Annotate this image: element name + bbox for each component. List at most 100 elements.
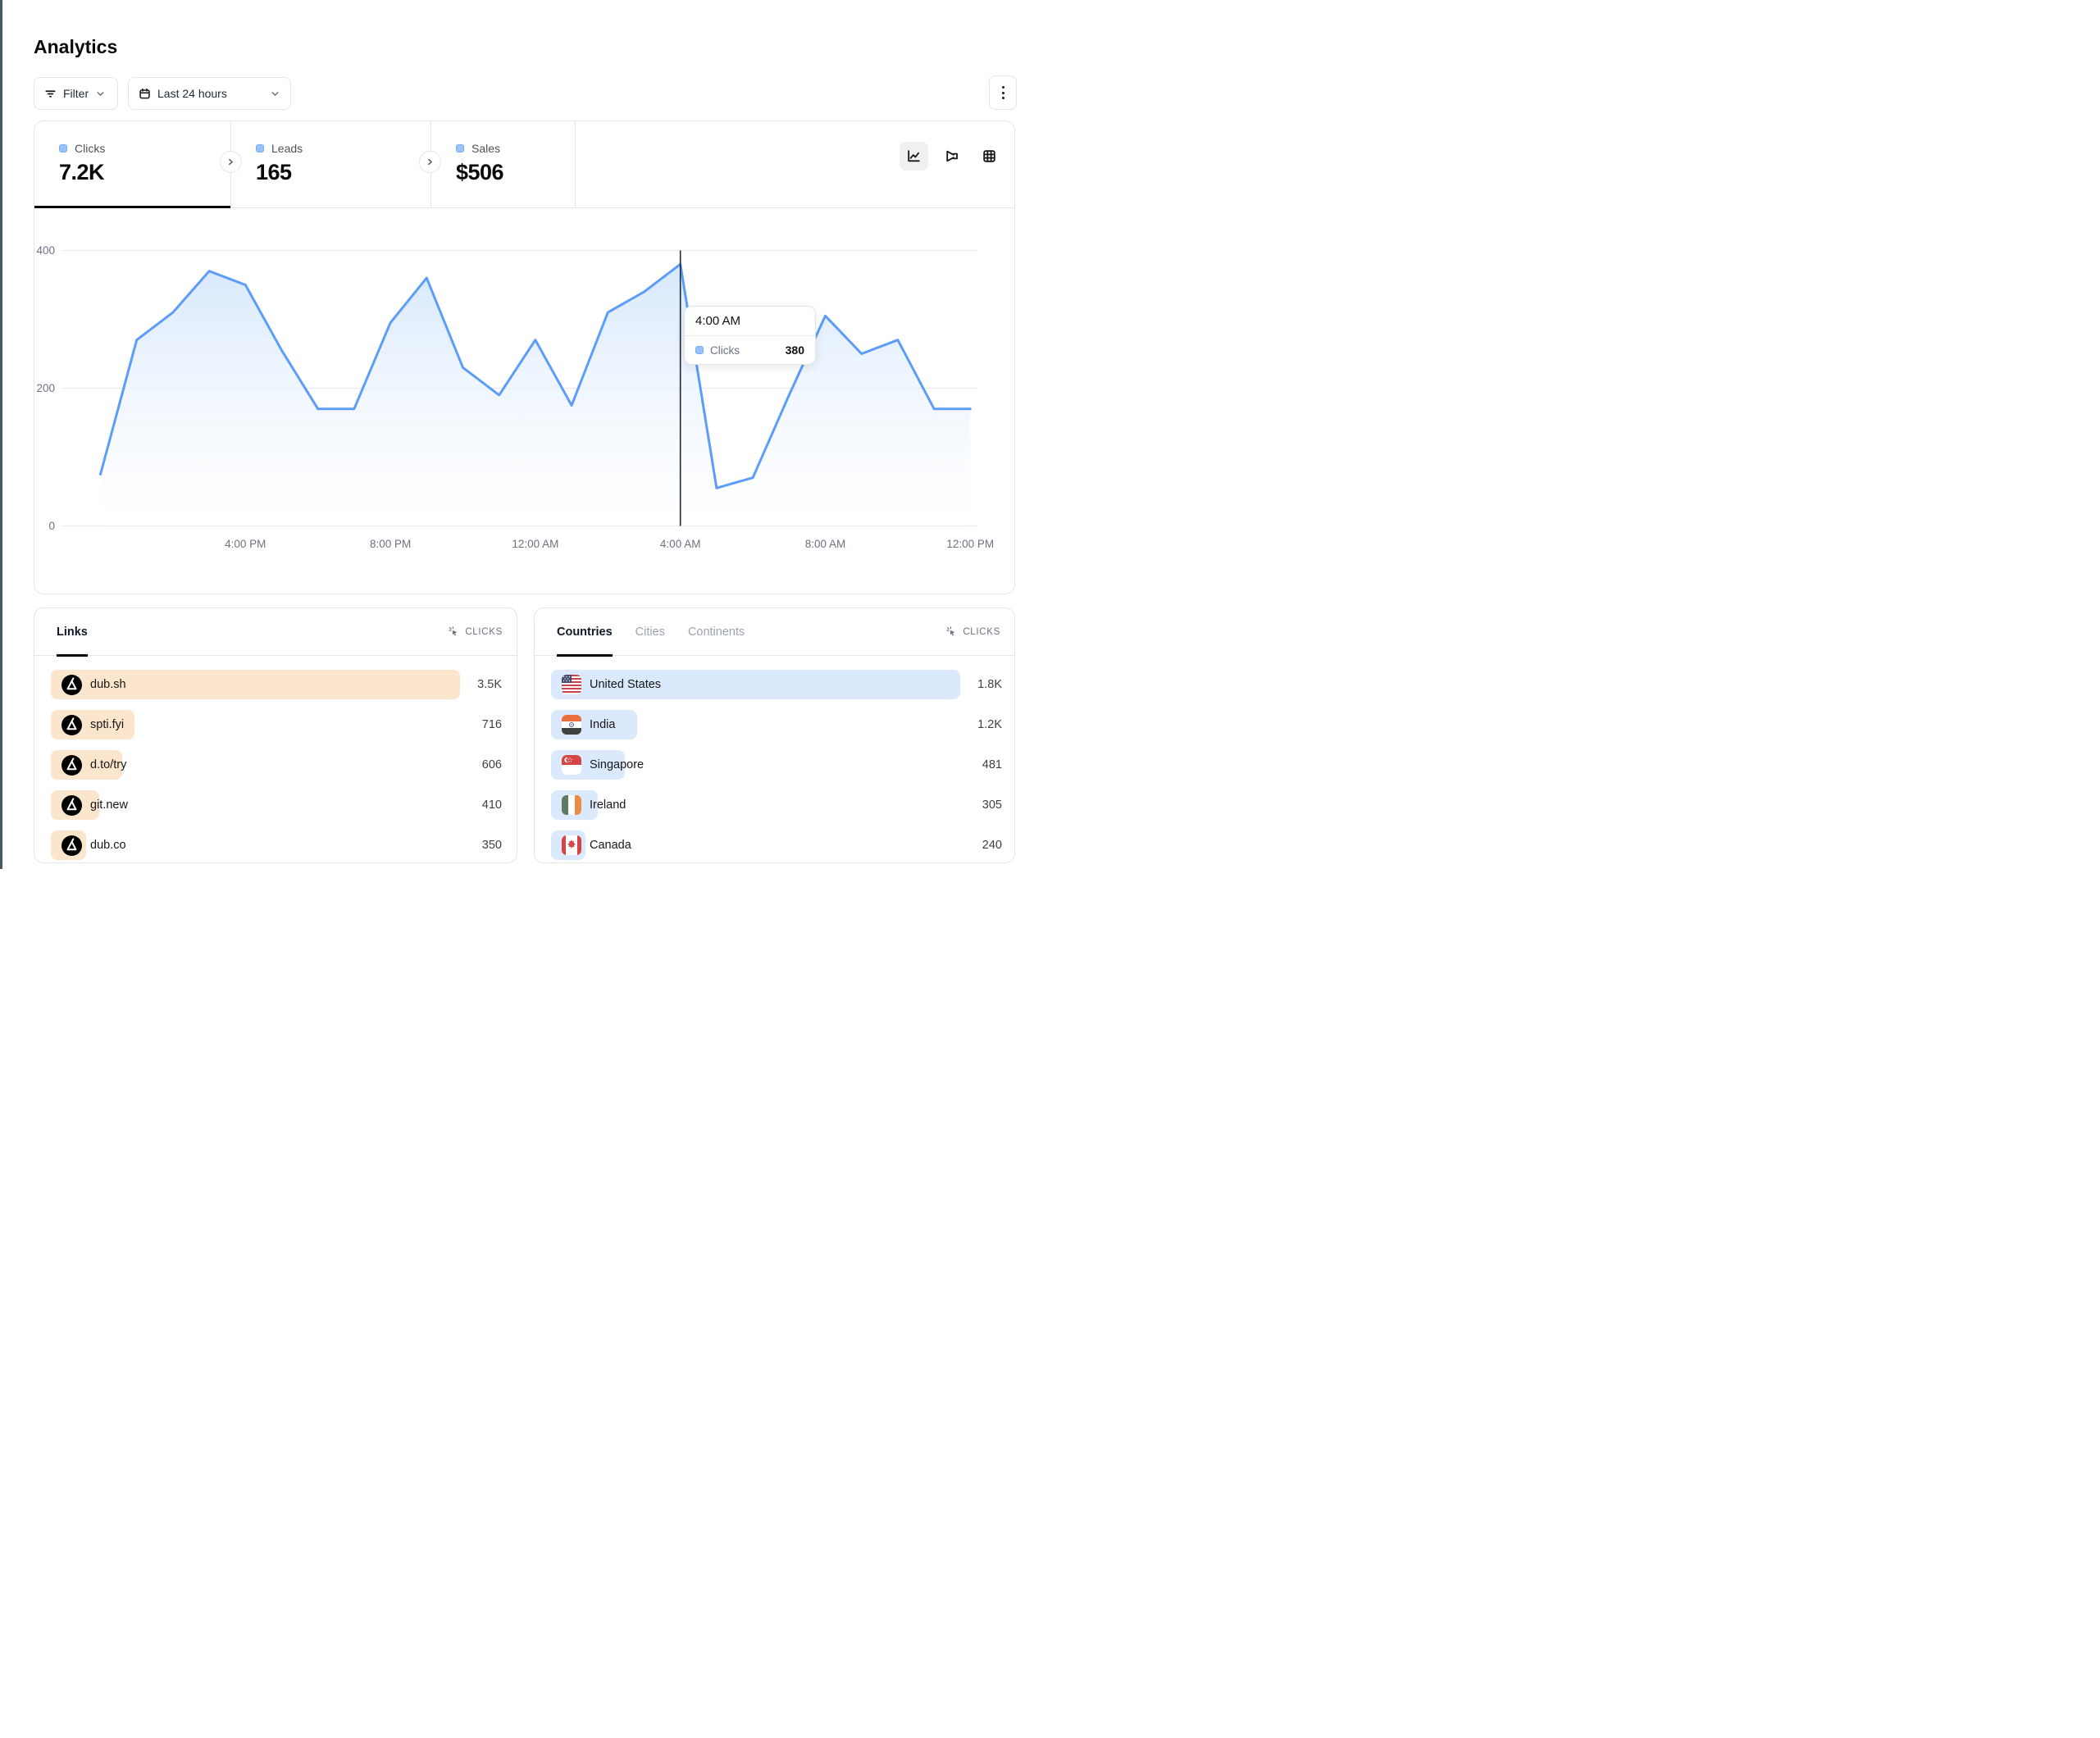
date-range-label: Last 24 hours: [157, 87, 227, 100]
chevron-down-icon: [95, 89, 106, 99]
page-title: Analytics: [34, 36, 117, 58]
stat-value: 165: [256, 160, 430, 185]
kebab-menu-button[interactable]: [989, 75, 1017, 110]
link-row-dub-co[interactable]: dub.co350: [51, 830, 502, 860]
stat-label: Leads: [271, 142, 303, 155]
row-label: Canada: [590, 839, 631, 852]
funnel-view-button[interactable]: [937, 142, 966, 171]
row-label: dub.co: [90, 839, 126, 852]
stat-tab-divider: [575, 121, 576, 207]
row-value: 240: [982, 830, 1002, 860]
x-axis-tick-label: 12:00 PM: [946, 538, 994, 550]
dub-logo-icon: [61, 675, 82, 695]
row-value: 410: [482, 790, 502, 820]
row-label: git.new: [90, 798, 128, 812]
row-label: Ireland: [590, 798, 626, 812]
stat-tab-clicks[interactable]: Clicks 7.2K: [34, 121, 230, 207]
y-axis-tick-label: 200: [36, 382, 55, 394]
row-value: 481: [982, 750, 1002, 780]
clicks-legend-chip: [59, 144, 67, 152]
stat-value: $506: [456, 160, 575, 185]
links-rows: dub.sh 3.5K spti.fyi 716 d.to/try 606 git.new 4…: [51, 670, 502, 871]
country-row-united-states[interactable]: United States 1.8K: [551, 670, 1002, 699]
links-metric-label: CLICKS: [465, 627, 503, 637]
row-value: 305: [982, 790, 1002, 820]
row-value: 1.2K: [977, 710, 1002, 739]
link-row-d-to-try[interactable]: d.to/try 606: [51, 750, 502, 780]
stat-label: Clicks: [75, 142, 105, 155]
tab-links[interactable]: Links: [57, 608, 88, 656]
clicks-timeseries-chart[interactable]: 0 200 400 4:00 PM 8:00 PM 12:00 AM 4:00 AM 8:00…: [34, 208, 1016, 594]
stat-value: 7.2K: [59, 160, 230, 185]
line-chart-view-button[interactable]: [900, 142, 928, 171]
dub-logo-icon: [61, 835, 82, 856]
country-row-india[interactable]: India 1.2K: [551, 710, 1002, 739]
ie-flag-icon: [562, 795, 581, 815]
links-panel: Links CLICKS dub.sh 3.5K spti.fyi 716 d.to/t…: [34, 607, 517, 863]
y-axis-tick-label: 0: [48, 520, 55, 532]
x-axis-tick-label: 8:00 AM: [805, 538, 846, 550]
country-row-ireland[interactable]: Ireland 305: [551, 790, 1002, 820]
dub-logo-icon: [61, 715, 82, 735]
links-metric-selector[interactable]: CLICKS: [449, 626, 503, 638]
countries-panel: Countries Cities Continents CLICKS United …: [534, 607, 1015, 863]
leads-legend-chip: [256, 144, 264, 152]
links-panel-header: Links CLICKS: [34, 608, 517, 656]
link-row-spti-fyi[interactable]: spti.fyi 716: [51, 710, 502, 739]
analytics-card: Clicks 7.2K Leads 165 Sales $506 0 200 400 4:00 …: [34, 121, 1015, 594]
x-axis-tick-label: 4:00 PM: [225, 538, 266, 550]
sales-legend-chip: [456, 144, 464, 152]
filter-icon: [44, 88, 57, 100]
clicks-area-fill: [101, 264, 971, 525]
row-label: India: [590, 718, 615, 731]
calendar-icon: [139, 88, 151, 100]
stat-tab-leads[interactable]: Leads 165: [231, 121, 430, 207]
countries-panel-header: Countries Cities Continents CLICKS: [535, 608, 1014, 656]
tooltip-time-label: 4:00 AM: [685, 307, 815, 335]
link-row-dub-sh[interactable]: dub.sh 3.5K: [51, 670, 502, 699]
x-axis-tick-label: 8:00 PM: [370, 538, 411, 550]
row-label: dub.sh: [90, 678, 126, 691]
stats-tab-row: Clicks 7.2K Leads 165 Sales $506: [34, 121, 1014, 208]
sg-flag-icon: [562, 755, 581, 775]
row-label: spti.fyi: [90, 718, 124, 731]
countries-metric-label: CLICKS: [963, 627, 1000, 637]
row-label: United States: [590, 678, 661, 691]
link-row-git-new[interactable]: git.new 410: [51, 790, 502, 820]
grid-view-button[interactable]: [975, 142, 1004, 171]
row-value: 3.5K: [477, 670, 502, 699]
tab-continents[interactable]: Continents: [688, 608, 745, 656]
dub-logo-icon: [61, 795, 82, 816]
y-axis-tick-label: 400: [36, 244, 55, 257]
row-label: d.to/try: [90, 758, 126, 771]
date-range-button[interactable]: Last 24 hours: [128, 77, 291, 110]
row-label: Singapore: [590, 758, 644, 771]
dub-logo-icon: [61, 755, 82, 776]
stat-tab-sales[interactable]: Sales $506: [431, 121, 575, 207]
tooltip-series-label: Clicks: [710, 344, 779, 357]
country-row-canada[interactable]: Canada 240: [551, 830, 1002, 860]
chevron-down-icon: [270, 89, 280, 99]
tab-cities[interactable]: Cities: [635, 608, 665, 656]
x-axis-tick-label: 4:00 AM: [660, 538, 701, 550]
stat-label: Sales: [471, 142, 500, 155]
stat-expand-chevron-2[interactable]: [419, 151, 441, 173]
row-value: 606: [482, 750, 502, 780]
countries-rows: United States 1.8K India 1.2K Singapore 481 Ir…: [551, 670, 1002, 871]
country-row-singapore[interactable]: Singapore 481: [551, 750, 1002, 780]
us-flag-icon: [562, 675, 581, 694]
tab-countries[interactable]: Countries: [557, 608, 613, 656]
cursor-click-icon: [449, 626, 460, 638]
row-value: 1.8K: [977, 670, 1002, 699]
filter-button[interactable]: Filter: [34, 77, 118, 110]
countries-metric-selector[interactable]: CLICKS: [946, 626, 1000, 638]
row-value: 716: [482, 710, 502, 739]
x-axis-tick-label: 12:00 AM: [512, 538, 558, 550]
left-edge-strip: [0, 0, 2, 869]
chart-view-toggles: [900, 142, 1004, 171]
stat-expand-chevron-1[interactable]: [220, 151, 242, 173]
clicks-legend-chip: [695, 346, 704, 354]
ca-flag-icon: [562, 835, 581, 855]
chart-tooltip: 4:00 AM Clicks 380: [684, 306, 816, 365]
in-flag-icon: [562, 715, 581, 735]
